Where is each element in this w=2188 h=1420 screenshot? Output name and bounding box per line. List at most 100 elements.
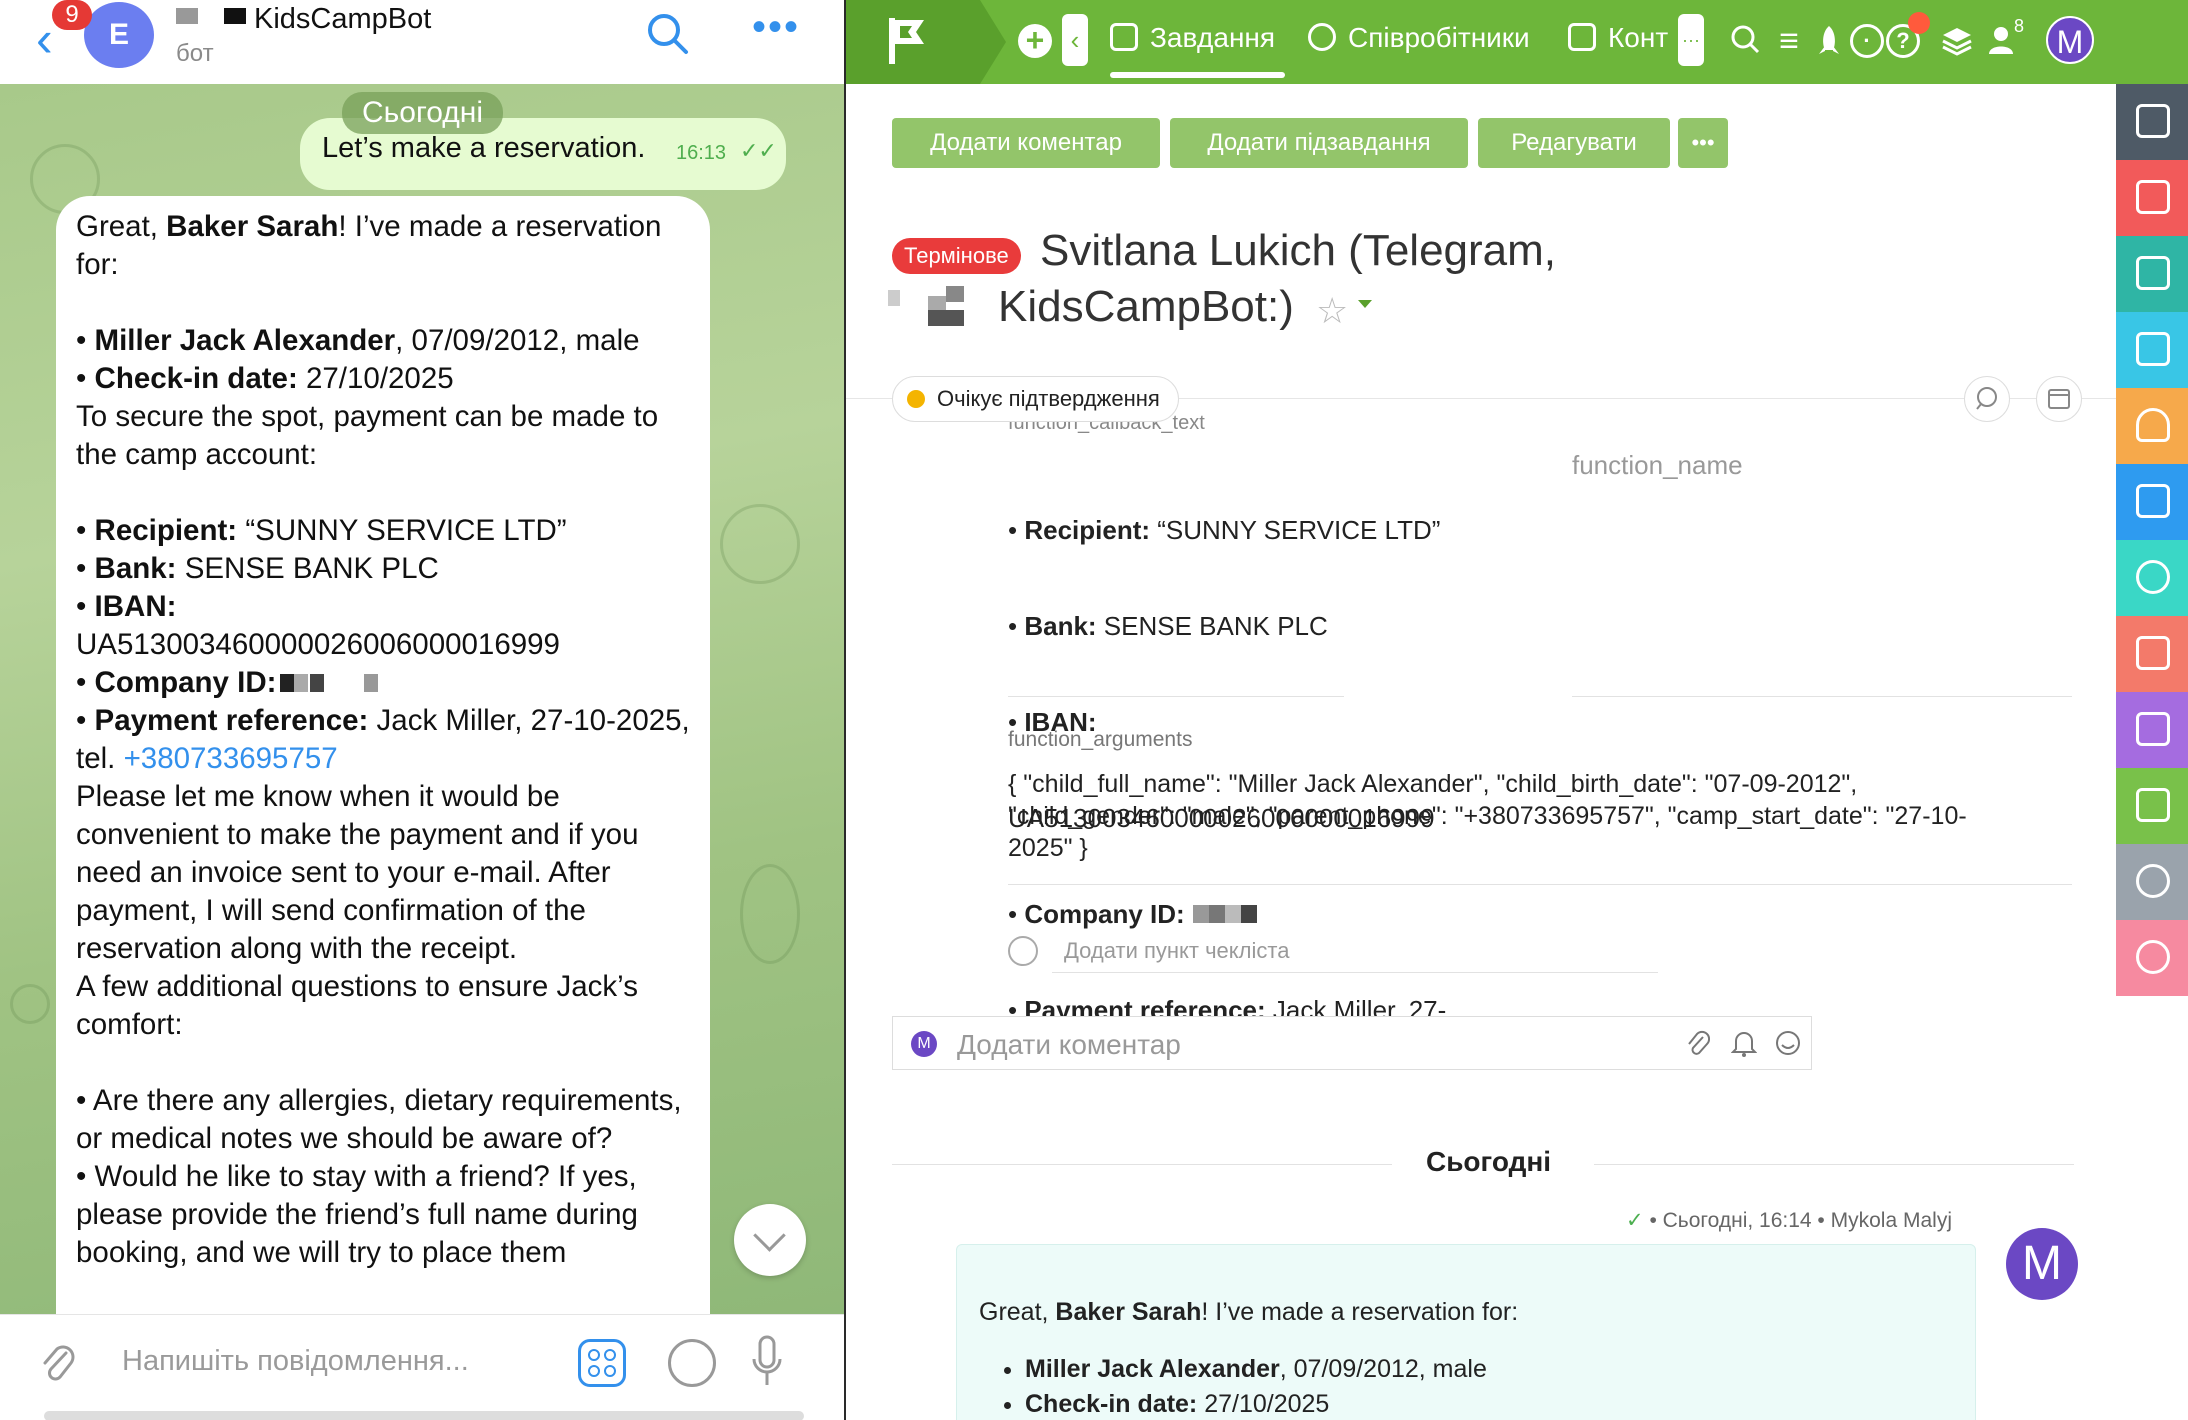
back-icon[interactable]: ‹ xyxy=(36,14,53,64)
checklist-checkbox[interactable] xyxy=(1008,936,1038,966)
sidebar-item-analytics[interactable] xyxy=(2116,692,2188,768)
workgroups-icon xyxy=(2136,256,2170,290)
emoji-icon[interactable] xyxy=(668,1339,716,1387)
blurred-pixels xyxy=(1192,905,1209,923)
attachment-icon[interactable] xyxy=(1683,1029,1713,1059)
more-options-icon[interactable]: ••• xyxy=(752,7,800,47)
sidebar-item-chat[interactable] xyxy=(2116,160,2188,236)
user-avatar[interactable]: M xyxy=(2046,16,2094,64)
sidebar-item-workgroups[interactable] xyxy=(2116,236,2188,312)
sidebar-item-notifications[interactable] xyxy=(2116,388,2188,464)
scroll-down-button[interactable] xyxy=(734,1204,806,1276)
chat-title[interactable]: KidsCampBot xyxy=(176,0,431,38)
people-icon xyxy=(1308,23,1336,51)
message-line: • Payment reference: Jack Miller, 27-10-… xyxy=(76,704,698,775)
message-line: Please let me know when it would be conv… xyxy=(76,780,647,965)
add-comment-button[interactable]: Додати коментар xyxy=(892,118,1160,168)
chat-area: Сьогодні Let’s make a reservation. 16:13… xyxy=(0,84,844,1314)
status-badge[interactable]: Очікує підтвердження xyxy=(892,376,1179,422)
message-line: Great, Baker Sarah! I’ve made a reservat… xyxy=(979,1298,1519,1326)
phone-link[interactable]: +380733695757 xyxy=(124,742,338,775)
comment-input[interactable]: M Додати коментар xyxy=(892,1016,1812,1070)
value-line: • Bank: SENSE BANK PLC xyxy=(1008,611,1328,641)
microphone-icon[interactable] xyxy=(752,1335,782,1387)
tab-label: Конт xyxy=(1608,22,1669,53)
commands-icon[interactable] xyxy=(578,1339,626,1387)
sidebar-item-activity[interactable] xyxy=(2116,844,2188,920)
key-icon xyxy=(2136,560,2170,594)
message-line: • Miller Jack Alexander, 07/09/2012, mal… xyxy=(76,324,640,357)
chevron-down-icon[interactable] xyxy=(1358,300,1372,308)
add-icon[interactable]: + xyxy=(1018,24,1052,58)
unread-badge: 9 xyxy=(52,0,92,30)
telegram-panel: ‹ E 9 KidsCampBot бот ••• Сьогодні Let’s… xyxy=(0,0,844,1420)
tab-contacts[interactable]: Конт xyxy=(1568,22,1668,54)
wallpaper-doodle xyxy=(740,864,800,964)
blurred-pixels xyxy=(1240,905,1257,923)
author-avatar[interactable]: M xyxy=(2006,1228,2078,1300)
message-input[interactable]: Напишіть повідомлення... xyxy=(122,1345,469,1378)
incoming-message[interactable]: Great, Baker Sarah! I’ve made a reservat… xyxy=(56,196,710,1314)
divider xyxy=(1008,696,1344,697)
layers-icon[interactable] xyxy=(1940,24,1974,58)
field-label: function_arguments xyxy=(1008,728,1193,751)
tab-tasks[interactable]: Завдання xyxy=(1110,22,1286,78)
message-line: • Are there any allergies, dietary requi… xyxy=(76,1084,690,1155)
search-icon[interactable] xyxy=(1728,24,1762,58)
sidebar-item-documents[interactable] xyxy=(2116,312,2188,388)
sidebar-item-contacts[interactable] xyxy=(2116,616,2188,692)
more-actions-button[interactable]: ••• xyxy=(1678,118,1728,168)
sidebar-item-tasks[interactable] xyxy=(2116,464,2188,540)
avatar[interactable]: E xyxy=(84,2,154,68)
more-tabs-icon[interactable]: ··· xyxy=(1678,14,1704,66)
task-title: Svitlana Lukich (Telegram, xyxy=(1040,226,1557,275)
collapse-left-icon[interactable]: ‹ xyxy=(1062,14,1088,66)
date-chip: Сьогодні xyxy=(342,92,504,134)
comment-author[interactable]: Mykola Malyj xyxy=(1831,1209,1952,1232)
list-item: Miller Jack Alexander, 07/09/2012, male xyxy=(1025,1352,1975,1387)
contact-icon xyxy=(2136,636,2170,670)
message-line: To secure the spot, payment can be made … xyxy=(76,400,667,471)
chat-icon[interactable] xyxy=(1964,376,2010,422)
calendar-icon[interactable] xyxy=(2036,376,2082,422)
tab-label: Завдання xyxy=(1150,22,1276,53)
sidebar-item-history[interactable] xyxy=(2116,920,2188,996)
activity-icon xyxy=(2136,864,2170,898)
scrollbar[interactable] xyxy=(44,1411,804,1420)
sidebar-item-terminal[interactable] xyxy=(2116,84,2188,160)
clipboard-icon xyxy=(2136,484,2170,518)
search-icon[interactable] xyxy=(646,12,690,56)
add-subtask-button[interactable]: Додати підзавдання xyxy=(1170,118,1468,168)
star-icon[interactable]: ☆ xyxy=(1316,290,1348,332)
blurred-pixels xyxy=(294,674,309,692)
comment-time: Сьогодні, 16:14 xyxy=(1662,1209,1812,1232)
chat-icon xyxy=(2136,180,2170,214)
flag-logo-icon[interactable] xyxy=(886,16,930,66)
edit-button[interactable]: Редагувати xyxy=(1478,118,1670,168)
bell-icon[interactable] xyxy=(1729,1029,1759,1059)
message-line: • Would he like to stay with a friend? I… xyxy=(76,1160,647,1269)
message-line: • Recipient: “SUNNY SERVICE LTD” xyxy=(76,514,567,547)
tab-employees[interactable]: Співробітники xyxy=(1308,22,1530,54)
clock-icon[interactable]: · xyxy=(1850,24,1884,58)
sidebar-item-keys[interactable] xyxy=(2116,540,2188,616)
rocket-icon[interactable] xyxy=(1812,24,1846,58)
message-list: Miller Jack Alexander, 07/09/2012, male … xyxy=(1025,1352,1975,1420)
menu-icon[interactable]: ≡ xyxy=(1772,24,1806,58)
blurred-pixels xyxy=(280,674,295,692)
divider xyxy=(1052,972,1658,973)
document-icon xyxy=(2136,332,2170,366)
avatar: M xyxy=(911,1031,937,1057)
message-text: Let’s make a reservation. xyxy=(322,132,646,164)
emoji-icon[interactable] xyxy=(1773,1029,1803,1059)
blurred-pixels xyxy=(310,674,325,692)
divider xyxy=(1594,1164,2074,1165)
sidebar-item-send[interactable] xyxy=(2116,768,2188,844)
chat-title-text: KidsCampBot xyxy=(254,3,432,35)
attachment-icon[interactable] xyxy=(40,1339,76,1387)
checklist-input[interactable]: Додати пункт чекліста xyxy=(1064,938,1289,964)
function-arguments-value: { "child_full_name": "Miller Jack Alexan… xyxy=(1008,770,1967,862)
message-time: 16:13 xyxy=(676,142,727,164)
